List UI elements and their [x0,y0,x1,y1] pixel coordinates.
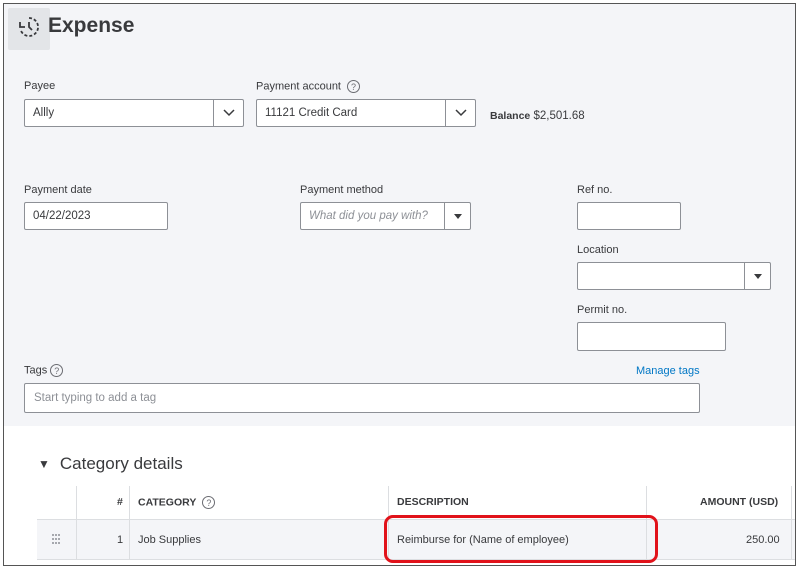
payee-value: Allly [33,107,55,119]
column-header-num: # [117,496,123,508]
expense-form-window: Expense Payee Allly Payment account? 111… [3,3,796,566]
tags-label: Tags? [24,364,64,377]
payment-method-label: Payment method [300,184,384,196]
payment-date-value: 04/22/2023 [33,210,91,222]
payment-date-input[interactable]: 04/22/2023 [24,202,168,230]
page-header: Expense [4,4,795,52]
row-category[interactable]: Job Supplies [138,534,201,546]
column-header-category: CATEGORY? [138,496,216,509]
category-details-title: Category details [59,454,183,473]
caret-down-icon[interactable] [744,263,770,289]
row-number: 1 [117,534,124,546]
manage-tags-link[interactable]: Manage tags [636,365,700,377]
payment-method-placeholder: What did you pay with? [309,210,428,222]
payment-account-value: 11121 Credit Card [265,107,358,119]
description-highlight-annotation [384,515,658,563]
ref-no-input[interactable] [577,202,681,230]
permit-no-label: Permit no. [577,304,628,316]
caret-down-icon[interactable] [444,203,470,229]
payment-account-select[interactable]: 11121 Credit Card [256,99,476,127]
category-details-toggle[interactable]: ▼ Category details [38,454,183,474]
chevron-down-icon[interactable] [445,100,475,126]
drag-handle-icon[interactable] [51,533,61,548]
history-clock-icon [17,15,41,44]
help-icon[interactable]: ? [202,496,216,509]
payment-account-label: Payment account? [256,80,360,93]
ref-no-label: Ref no. [577,184,613,196]
category-details-section: ▼ Category details # CATEGORY? DESCRIPTI… [4,426,795,565]
payment-method-select[interactable]: What did you pay with? [300,202,471,230]
column-header-category-text: CATEGORY [138,496,197,509]
recent-transactions-button[interactable] [8,8,50,50]
balance-label: Balance [490,110,531,122]
balance-display: Balance $2,501.68 [490,110,585,122]
tags-placeholder: Start typing to add a tag [34,392,157,404]
column-header-amount: AMOUNT (USD) [700,496,779,508]
row-amount[interactable]: 250.00 [746,534,780,546]
tags-input[interactable]: Start typing to add a tag [24,383,700,413]
location-label: Location [577,244,619,256]
chevron-down-icon[interactable] [213,100,243,126]
tags-label-text: Tags [24,364,48,377]
help-icon[interactable]: ? [347,80,360,93]
column-header-description: DESCRIPTION [397,496,469,508]
payee-select[interactable]: Allly [24,99,244,127]
payee-label: Payee [24,80,56,92]
page-title: Expense [48,14,135,37]
collapse-triangle-icon: ▼ [38,457,50,471]
help-icon[interactable]: ? [50,364,64,377]
payment-date-label: Payment date [24,184,92,196]
payment-account-label-text: Payment account [256,80,341,93]
permit-no-input[interactable] [577,322,726,351]
location-select[interactable] [577,262,771,290]
balance-value: $2,501.68 [533,110,585,122]
